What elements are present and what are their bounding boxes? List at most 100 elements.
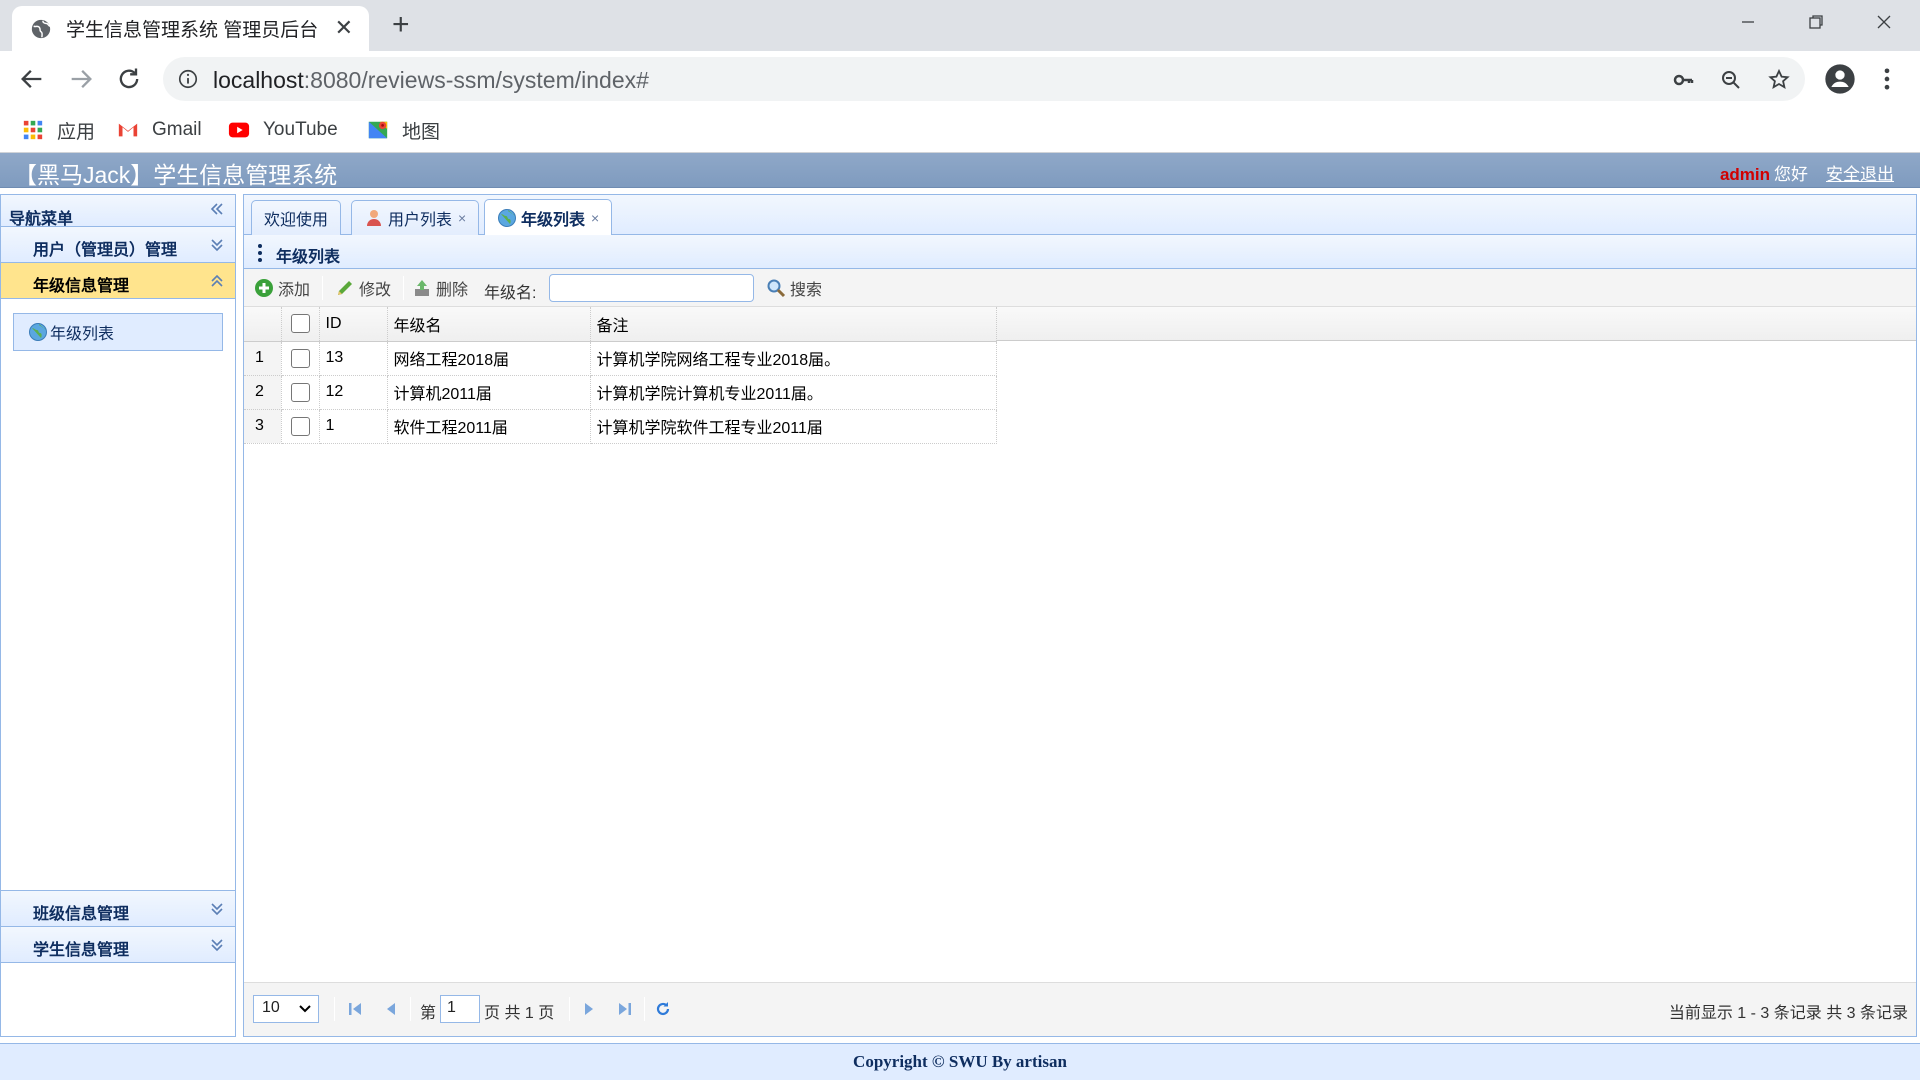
nav-section-grade-body: 年级列表 <box>1 299 235 891</box>
nav-section-label: 用户（管理员）管理 <box>33 242 178 259</box>
browser-toolbar: localhost:8080/reviews-ssm/system/index# <box>0 51 1920 107</box>
bookmark-gmail[interactable]: Gmail <box>116 115 202 145</box>
page-size-select[interactable]: 10 <box>253 995 319 1023</box>
last-page-icon[interactable] <box>616 1000 634 1018</box>
row-number: 3 <box>244 409 282 444</box>
tab-label: 年级列表 <box>521 211 586 229</box>
nav-section-student[interactable]: 学生信息管理 <box>1 927 235 963</box>
record-info: 当前显示 1 - 3 条记录 共 3 条记录 <box>1668 1005 1908 1022</box>
bookmark-youtube[interactable]: YouTube <box>227 115 338 145</box>
restore-icon[interactable] <box>1796 8 1836 36</box>
select-all-header <box>281 307 320 342</box>
url-text: localhost:8080/reviews-ssm/system/index# <box>213 67 649 94</box>
cell-grade-name: 计算机2011届 <box>387 375 591 410</box>
column-header-remark[interactable]: 备注 <box>590 307 997 342</box>
row-checkbox-cell <box>281 341 320 376</box>
expand-down-icon[interactable] <box>209 937 225 953</box>
back-icon[interactable] <box>18 65 46 93</box>
zoom-icon[interactable] <box>1719 68 1743 92</box>
next-page-icon[interactable] <box>580 1000 598 1018</box>
table-row[interactable]: 1 13 网络工程2018届 计算机学院网络工程专业2018届。 <box>244 341 997 376</box>
forward-icon[interactable] <box>67 65 95 93</box>
row-checkbox-cell <box>281 409 320 444</box>
url-host: localhost <box>213 67 304 93</box>
pager-separator <box>569 997 570 1021</box>
add-label: 添加 <box>278 282 311 299</box>
edit-button[interactable]: 修改 <box>335 277 391 299</box>
nav-section-user-admin[interactable]: 用户（管理员）管理 <box>1 227 235 263</box>
first-page-icon[interactable] <box>346 1000 364 1018</box>
bookmark-star-icon[interactable] <box>1767 68 1791 92</box>
select-all-checkbox[interactable] <box>290 314 310 334</box>
prev-page-icon[interactable] <box>382 1000 400 1018</box>
page-number-input[interactable]: 1 <box>440 995 480 1023</box>
row-checkbox[interactable] <box>290 348 310 368</box>
collapse-up-icon[interactable] <box>209 273 225 289</box>
expand-down-icon[interactable] <box>209 901 225 917</box>
cell-id: 1 <box>319 409 388 444</box>
page-total: 页 共 1 页 <box>484 1005 555 1022</box>
user-area: admin 您好 安全退出 <box>1720 160 1894 185</box>
browser-tab-title: 学生信息管理系统 管理员后台 <box>66 20 319 41</box>
nav-section-class[interactable]: 班级信息管理 <box>1 891 235 927</box>
bookmark-label: YouTube <box>263 119 338 140</box>
footer: Copyright © SWU By artisan <box>0 1043 1920 1080</box>
bookmark-apps[interactable]: 应用 <box>21 115 95 145</box>
browser-tab[interactable]: 学生信息管理系统 管理员后台 ✕ <box>12 6 369 51</box>
globe-icon <box>498 208 516 227</box>
row-checkbox[interactable] <box>290 416 310 436</box>
column-header-id[interactable]: ID <box>319 307 388 342</box>
key-icon[interactable] <box>1671 68 1695 92</box>
logout-link[interactable]: 安全退出 <box>1826 165 1894 184</box>
more-menu-icon[interactable] <box>1873 65 1901 93</box>
tab-close-icon[interactable]: × <box>591 210 599 226</box>
tab-welcome[interactable]: 欢迎使用 <box>251 200 342 235</box>
search-button-label: 搜索 <box>790 282 823 299</box>
table-row[interactable]: 3 1 软件工程2011届 计算机学院软件工程专业2011届 <box>244 409 997 444</box>
tabs-header: 欢迎使用 用户列表 × 年级列表 × <box>244 195 1916 235</box>
table-row[interactable]: 2 12 计算机2011届 计算机学院计算机专业2011届。 <box>244 375 997 410</box>
new-tab-icon[interactable]: + <box>392 10 410 40</box>
row-checkbox[interactable] <box>290 382 310 402</box>
pencil-icon <box>338 281 352 295</box>
grid-panel-title: 年级列表 <box>244 235 1916 269</box>
bookmark-label: 地图 <box>402 121 441 143</box>
pager-separator <box>410 997 411 1021</box>
delete-button[interactable]: 删除 <box>412 277 468 299</box>
cell-remark: 计算机学院网络工程专业2018届。 <box>590 341 997 376</box>
tab-grade-list[interactable]: 年级列表 × <box>484 199 613 235</box>
profile-avatar-icon[interactable] <box>1824 63 1856 95</box>
nav-panel-title: 导航菜单 <box>1 195 235 228</box>
minimize-icon[interactable] <box>1728 8 1768 36</box>
search-button[interactable]: 搜索 <box>766 277 822 299</box>
reload-icon[interactable] <box>115 65 143 93</box>
browser-tab-close-icon[interactable]: ✕ <box>335 16 353 40</box>
row-number-header <box>244 307 282 342</box>
tab-close-icon[interactable]: × <box>458 210 466 226</box>
globe-icon <box>29 323 47 341</box>
grade-name-search-input[interactable] <box>549 274 754 302</box>
username: admin <box>1719 165 1770 184</box>
grid-title: 年级列表 <box>276 249 341 266</box>
cell-id: 13 <box>319 341 388 376</box>
site-info-icon[interactable] <box>177 68 199 90</box>
collapse-left-icon[interactable] <box>209 201 225 217</box>
app-title: 【黑马Jack】学生信息管理系统 <box>14 162 338 188</box>
add-button[interactable]: 添加 <box>254 277 310 299</box>
column-header-grade-name[interactable]: 年级名 <box>387 307 591 342</box>
app-header: 【黑马Jack】学生信息管理系统 admin 您好 安全退出 <box>0 153 1920 188</box>
copyright-text: Copyright © SWU By artisan <box>853 1052 1067 1071</box>
expand-down-icon[interactable] <box>209 237 225 253</box>
refresh-icon[interactable] <box>654 1000 672 1018</box>
grade-table: ID 年级名 备注 1 13 网络工程2018届 计算机学院网络工程专业2018… <box>244 307 997 444</box>
bookmark-maps[interactable]: 地图 <box>366 115 440 145</box>
nav-section-grade[interactable]: 年级信息管理 <box>1 263 235 299</box>
address-bar[interactable]: localhost:8080/reviews-ssm/system/index# <box>163 57 1805 101</box>
search-icon <box>767 279 786 298</box>
nav-item-grade-list[interactable]: 年级列表 <box>13 313 223 351</box>
tab-user-list[interactable]: 用户列表 × <box>351 200 480 235</box>
row-number: 1 <box>244 341 282 376</box>
browser-tabstrip: 学生信息管理系统 管理员后台 ✕ + <box>0 0 1920 51</box>
close-window-icon[interactable] <box>1864 8 1904 36</box>
user-icon <box>367 210 381 226</box>
